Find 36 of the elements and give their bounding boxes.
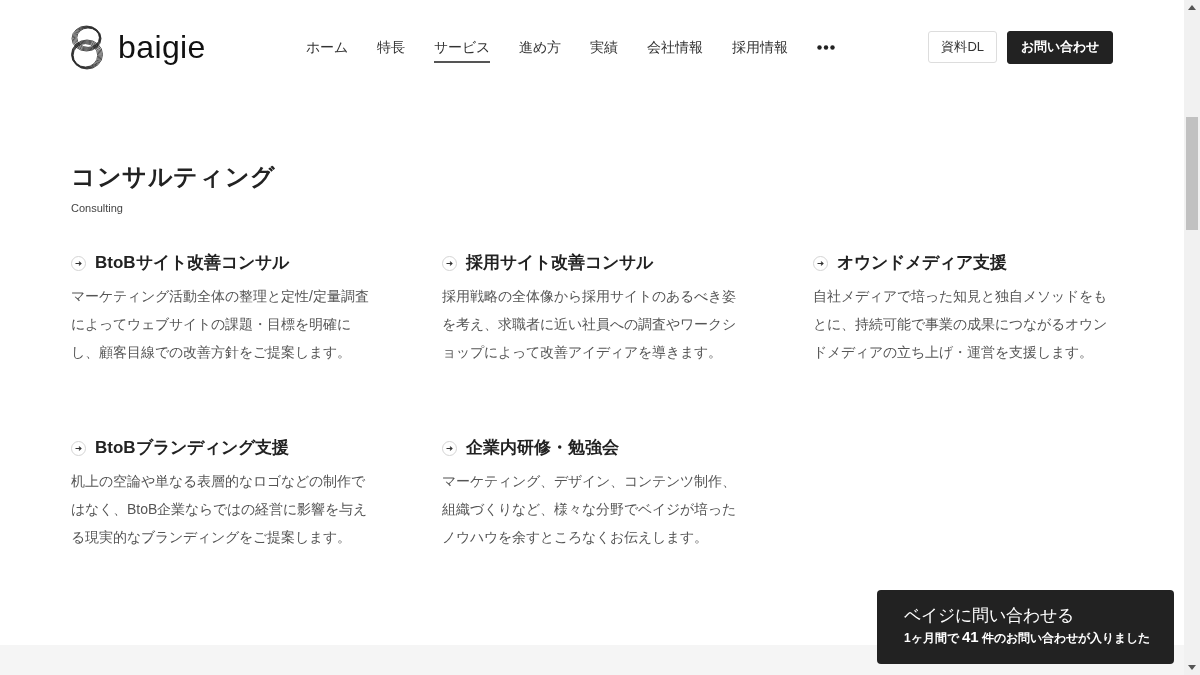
- contact-panel[interactable]: ベイジに問い合わせる 1ヶ月間で 41 件のお問い合わせが入りました: [877, 590, 1174, 664]
- arrow-circle-icon: [71, 440, 86, 456]
- scrollbar-thumb[interactable]: [1186, 117, 1198, 230]
- nav-link[interactable]: 採用情報: [731, 31, 788, 63]
- service-title: 採用サイト改善コンサル: [466, 252, 653, 274]
- nav-link[interactable]: サービス: [433, 31, 490, 63]
- arrow-circle-icon: [71, 255, 86, 271]
- service-description: マーケティング活動全体の整理と定性/定量調査によってウェブサイトの課題・目標を明確にし、顧客目線での改善方針をご提案します。: [71, 287, 370, 362]
- rings-logo-icon[interactable]: [70, 24, 104, 70]
- arrow-circle-icon: [442, 255, 457, 271]
- nav-link[interactable]: 進め方: [518, 31, 561, 63]
- scrollbar[interactable]: [1184, 0, 1200, 675]
- scroll-up-icon[interactable]: [1188, 5, 1196, 10]
- service-description: 採用戦略の全体像から採用サイトのあるべき姿を考え、求職者に近い社員への調査やワークショップによって改善アイディアを導きます。: [442, 287, 737, 362]
- nav-link[interactable]: 特長: [376, 31, 405, 63]
- arrow-circle-icon: [813, 255, 828, 271]
- service-description: マーケティング、デザイン、コンテンツ制作、組織づくりなど、様々な分野でベイジが培ったノウハウを余すところなくお伝えします。: [442, 472, 737, 547]
- service-description: 机上の空論や単なる表層的なロゴなどの制作ではなく、BtoB企業ならではの経営に影響を与える現実的なブランディングをご提案します。: [71, 472, 369, 547]
- arrow-circle-icon: [442, 440, 457, 456]
- nav-link[interactable]: ホーム: [305, 31, 348, 63]
- logo-text[interactable]: baigie: [118, 27, 206, 67]
- download-button[interactable]: 資料DL: [928, 31, 997, 63]
- service-title: オウンドメディア支援: [837, 252, 1007, 274]
- contact-panel-title: ベイジに問い合わせる: [904, 605, 1074, 627]
- service-description: 自社メディアで培った知見と独自メソッドをもとに、持続可能で事業の成果につながるオウンドメディアの立ち上げ・運営を支援します。: [813, 287, 1108, 362]
- service-title: BtoBサイト改善コンサル: [95, 252, 289, 274]
- nav-link[interactable]: 実績: [589, 31, 618, 63]
- nav-link[interactable]: 会社情報: [646, 31, 703, 63]
- contact-button[interactable]: お問い合わせ: [1007, 30, 1113, 64]
- section-subtitle: Consulting: [71, 201, 124, 216]
- scroll-down-icon[interactable]: [1188, 665, 1196, 670]
- service-title: 企業内研修・勉強会: [466, 437, 619, 459]
- service-title: BtoBブランディング支援: [95, 437, 289, 459]
- more-icon[interactable]: [816, 44, 835, 50]
- section-title: コンサルティング: [71, 162, 277, 192]
- contact-panel-note: 1ヶ月間で 41 件のお問い合わせが入りました: [904, 627, 1151, 647]
